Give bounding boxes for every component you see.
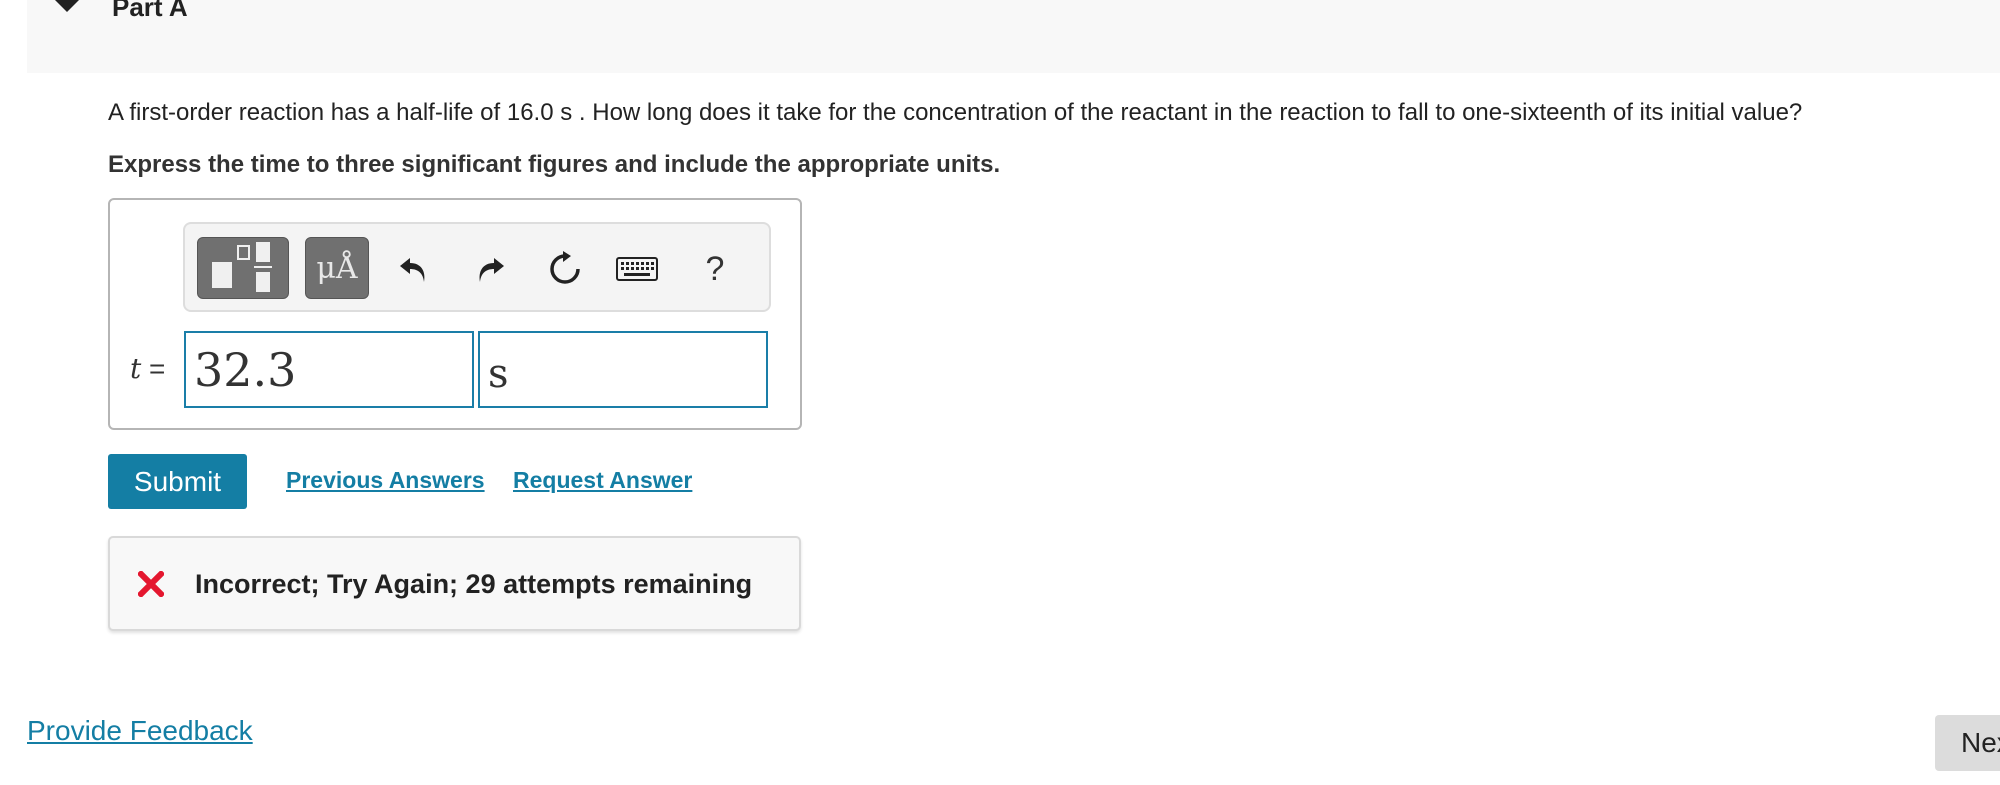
undo-icon[interactable] [391, 242, 435, 296]
fraction-templates-icon[interactable] [197, 237, 289, 299]
math-toolbar: μÅ ? [183, 222, 771, 312]
variable-label: t = [130, 352, 165, 385]
feedback-box: Incorrect; Try Again; 29 attempts remain… [108, 536, 801, 631]
request-answer-link[interactable]: Request Answer [513, 467, 692, 494]
equals-sign: = [149, 353, 166, 384]
feedback-message: Incorrect; Try Again; 29 attempts remain… [195, 569, 753, 599]
question-instruction: Express the time to three significant fi… [108, 151, 1001, 178]
keyboard-icon[interactable] [615, 242, 659, 296]
collapse-triangle-icon[interactable] [55, 0, 79, 14]
x-mark-icon [138, 571, 164, 597]
help-button[interactable]: ? [693, 242, 737, 296]
redo-icon[interactable] [469, 242, 513, 296]
next-button[interactable]: Next [1935, 715, 2000, 771]
part-header [27, 0, 2000, 73]
previous-answers-link[interactable]: Previous Answers [286, 467, 485, 494]
provide-feedback-link[interactable]: Provide Feedback [27, 715, 253, 747]
variable-name: t [130, 352, 142, 385]
symbols-button[interactable]: μÅ [305, 237, 369, 299]
part-title: Part A [112, 0, 188, 22]
value-input[interactable]: 32.3 [184, 331, 474, 408]
question-text: A first-order reaction has a half-life o… [108, 99, 1803, 126]
reset-icon[interactable] [543, 242, 587, 296]
submit-button[interactable]: Submit [108, 454, 247, 509]
next-button-label: Next [1961, 727, 2000, 758]
unit-input[interactable]: s [478, 331, 768, 408]
